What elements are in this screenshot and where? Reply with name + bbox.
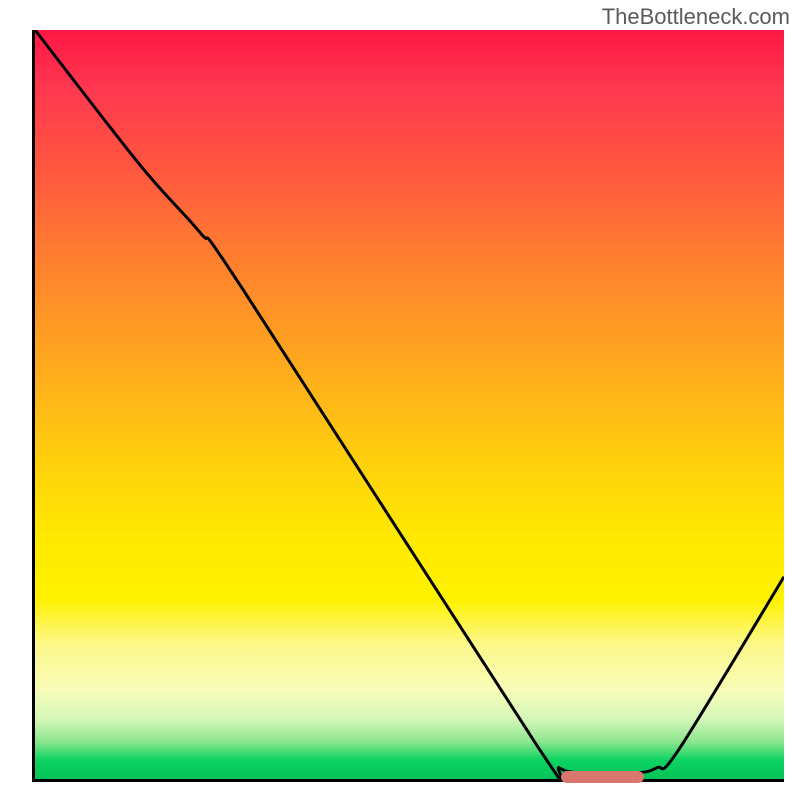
bottleneck-curve bbox=[35, 30, 784, 779]
curve-svg bbox=[35, 30, 784, 779]
chart-container: TheBottleneck.com bbox=[0, 0, 800, 800]
optimal-zone-marker bbox=[561, 771, 644, 783]
plot-area bbox=[32, 30, 784, 782]
watermark-text: TheBottleneck.com bbox=[602, 4, 790, 30]
